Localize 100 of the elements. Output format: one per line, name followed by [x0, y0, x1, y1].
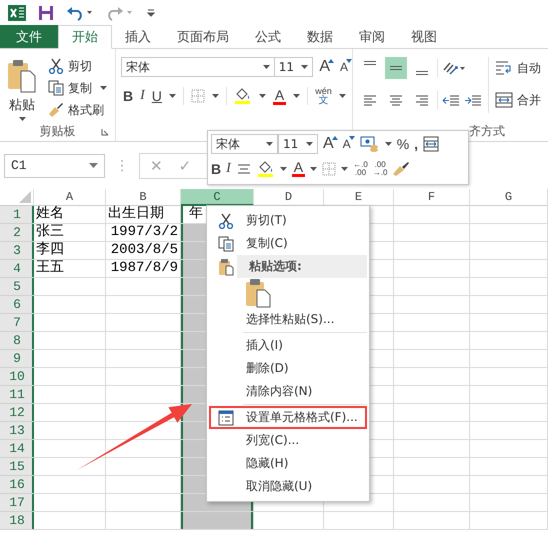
ribbon-tab[interactable]: 开始	[58, 25, 112, 49]
fill-color-icon[interactable]	[234, 88, 252, 104]
row-header[interactable]: 3	[0, 242, 34, 260]
bold-button[interactable]: B	[211, 160, 222, 176]
row-header[interactable]: 8	[0, 332, 34, 350]
row-header[interactable]: 1	[0, 206, 34, 224]
font-size-field[interactable]: 11	[274, 57, 314, 77]
percent-button[interactable]: %	[396, 136, 410, 152]
name-box[interactable]: C1	[4, 154, 105, 178]
row-header[interactable]: 12	[0, 404, 34, 422]
borders-icon[interactable]	[322, 162, 336, 176]
row-header[interactable]: 10	[0, 368, 34, 386]
column-width-icon[interactable]	[423, 136, 440, 152]
italic-button[interactable]: I	[226, 160, 231, 176]
row-header[interactable]: 18	[0, 512, 34, 530]
caret-icon[interactable]	[341, 166, 348, 170]
row-header[interactable]: 17	[0, 494, 34, 512]
fill-color-icon[interactable]	[256, 160, 275, 176]
caret-icon[interactable]	[338, 94, 346, 98]
row-header[interactable]: 13	[0, 422, 34, 440]
ribbon-tab[interactable]: 插入	[112, 25, 164, 48]
text-orientation-icon[interactable]	[442, 60, 466, 76]
menu-item[interactable]: 隐藏(H)	[209, 452, 367, 475]
menu-item[interactable]: 列宽(C)...	[209, 429, 367, 452]
font-color-button[interactable]: A	[292, 160, 306, 177]
borders-icon[interactable]	[190, 89, 205, 103]
row-header[interactable]: 4	[0, 260, 34, 278]
merge-center-button[interactable]: 合并	[495, 89, 541, 111]
ribbon-tab[interactable]: 页面布局	[164, 25, 242, 48]
column-header[interactable]: G	[470, 189, 548, 206]
grow-font-button[interactable]: A	[319, 59, 334, 75]
excel-logo-icon	[8, 4, 26, 20]
caret-icon[interactable]	[168, 94, 176, 98]
menu-item[interactable]: 插入(I)	[209, 334, 367, 357]
decrease-decimal-button[interactable]: .00 →.0	[372, 160, 388, 176]
row-header[interactable]: 7	[0, 314, 34, 332]
row-header[interactable]: 6	[0, 296, 34, 314]
group-label: 齐方式	[469, 123, 505, 140]
italic-button[interactable]: I	[140, 88, 145, 104]
paste-option-icon[interactable]	[245, 278, 271, 308]
row-header[interactable]: 11	[0, 386, 34, 404]
phonetic-guide-button[interactable]: wén 文	[315, 87, 332, 105]
row-header[interactable]: 16	[0, 476, 34, 494]
menu-item[interactable]: 取消隐藏(U)	[209, 475, 367, 498]
row-header[interactable]: 14	[0, 440, 34, 458]
comma-button[interactable]: ,	[414, 136, 418, 152]
cut-button[interactable]: 剪切	[48, 57, 107, 75]
caret-icon	[266, 142, 273, 146]
menu-item[interactable]: 设置单元格格式(F)...	[209, 406, 367, 429]
undo-icon[interactable]	[66, 4, 94, 20]
font-name-field[interactable]: 宋体	[121, 57, 275, 77]
ribbon-tab[interactable]: 视图	[398, 25, 450, 48]
shrink-font-button[interactable]: A	[340, 59, 352, 75]
customize-caret-icon[interactable]	[146, 8, 156, 18]
clipboard-icon	[7, 59, 37, 93]
format-painter-button[interactable]: 格式刷	[48, 101, 107, 119]
caret-icon[interactable]	[258, 94, 266, 98]
row-header[interactable]: 9	[0, 350, 34, 368]
table-cell: 出生日期	[106, 206, 181, 224]
row-header[interactable]: 15	[0, 458, 34, 476]
font-size-field[interactable]: 11	[278, 134, 318, 154]
menu-item[interactable]: 复制(C)	[209, 232, 367, 255]
bold-button[interactable]: B	[123, 88, 134, 104]
dialog-launcher-icon[interactable]	[101, 128, 109, 136]
ribbon-tab[interactable]: 文件	[0, 25, 58, 48]
number-format-icon[interactable]	[360, 136, 380, 152]
ribbon-tab[interactable]: 审阅	[346, 25, 398, 48]
vertical-align-button[interactable]	[385, 57, 407, 79]
grow-font-button[interactable]: A	[323, 136, 338, 152]
table-cell: 李四	[34, 242, 106, 260]
increase-decimal-button[interactable]: ←.0 .00	[353, 160, 368, 176]
caret-icon[interactable]	[280, 166, 287, 170]
paste-button[interactable]: 粘贴	[0, 57, 44, 122]
menu-item[interactable]: 删除(D)	[209, 357, 367, 380]
format-cells-icon	[217, 410, 235, 426]
row-header[interactable]: 2	[0, 224, 34, 242]
shrink-font-button[interactable]: A	[342, 136, 355, 152]
caret-icon[interactable]	[310, 166, 318, 170]
column-header[interactable]: A	[34, 189, 106, 206]
column-header[interactable]: F	[394, 189, 470, 206]
ribbon-tab[interactable]: 公式	[242, 25, 294, 48]
menu-item[interactable]: 清除内容(N)	[209, 380, 367, 403]
copy-icon	[217, 236, 235, 252]
font-name-field[interactable]: 宋体	[211, 134, 278, 154]
row-header[interactable]: 5	[0, 278, 34, 296]
column-header[interactable]: C	[181, 189, 254, 206]
ribbon-tab[interactable]: 数据	[294, 25, 346, 48]
caret-icon[interactable]	[212, 94, 219, 98]
caret-icon[interactable]	[293, 94, 300, 98]
copy-button[interactable]: 复制	[48, 79, 107, 97]
font-color-button[interactable]: A	[272, 88, 286, 104]
caret-icon[interactable]	[384, 142, 392, 146]
wrap-text-button[interactable]: 自动	[495, 57, 541, 79]
caret-icon	[89, 163, 98, 168]
caret-icon	[301, 65, 308, 69]
menu-item[interactable]: 选择性粘贴(S)...	[209, 308, 367, 331]
caret-icon	[18, 117, 26, 121]
wrap-text-icon	[495, 60, 513, 76]
brush-icon[interactable]	[392, 160, 410, 176]
underline-button[interactable]: U	[152, 88, 162, 104]
